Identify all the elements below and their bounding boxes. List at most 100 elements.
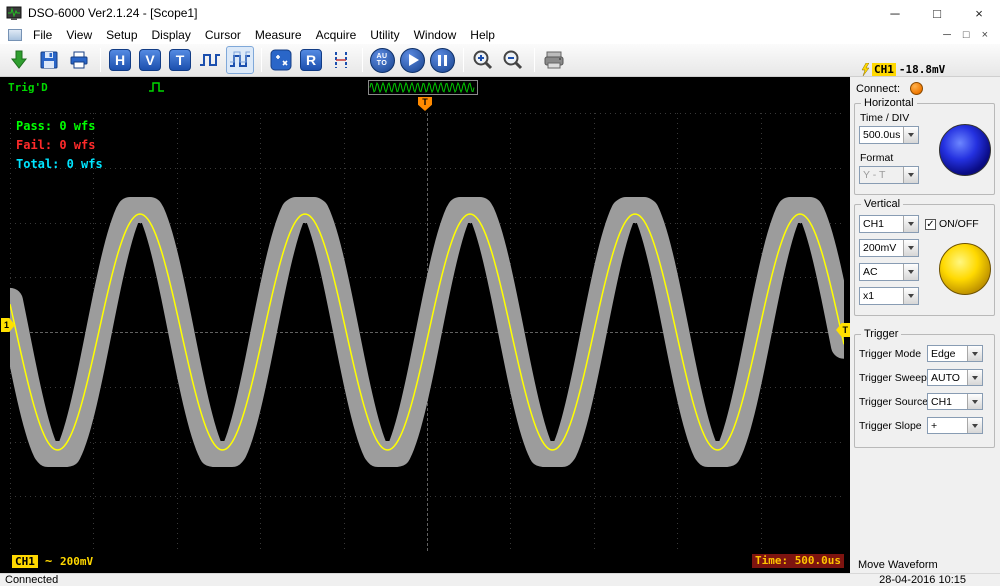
reference-button[interactable]: R	[297, 46, 325, 74]
ch1-badge: CH1	[12, 555, 38, 568]
menu-display[interactable]: Display	[145, 28, 198, 42]
dropdown-arrow-icon	[903, 127, 918, 143]
waveform-svg	[10, 113, 844, 551]
pause-button[interactable]	[428, 46, 456, 74]
toolbar-separator	[261, 48, 262, 72]
channel-onoff[interactable]: ✓ ON/OFF	[925, 218, 979, 230]
horizontal-icon: H	[109, 49, 131, 71]
trigger-sweep-label: Trigger Sweep	[859, 372, 927, 384]
autoset-button[interactable]: AU TO	[368, 46, 396, 74]
mdi-close-button[interactable]: ×	[982, 29, 988, 41]
format-label: Format	[860, 152, 893, 164]
move-waveform-label: Move Waveform	[858, 559, 938, 571]
mdi-restore-button[interactable]: □	[963, 29, 970, 41]
close-button[interactable]: ×	[958, 0, 1000, 26]
vertical-position-knob[interactable]	[939, 243, 991, 295]
preview-trace	[370, 83, 474, 92]
fail-count: Fail: 0 wfs	[16, 136, 103, 155]
minimize-button[interactable]: ─	[874, 0, 916, 26]
coupling-select[interactable]: AC	[859, 263, 919, 281]
menu-setup[interactable]: Setup	[99, 28, 144, 42]
math-button[interactable]	[267, 46, 295, 74]
main-toolbar: H V T R AU TO	[0, 44, 1000, 77]
toolbar-separator	[534, 48, 535, 72]
channel-select[interactable]: CH1	[859, 215, 919, 233]
volts-per-div-readout: 200mV	[60, 555, 93, 568]
scope-bottom-bar: CH1 ~ 200mV Time: 500.0us	[0, 553, 850, 571]
time-per-div-readout: Time: 500.0us	[752, 554, 844, 568]
vertical-icon: V	[139, 49, 161, 71]
hardcopy-printer-icon	[543, 50, 565, 70]
reference-icon: R	[300, 49, 322, 71]
run-button[interactable]	[398, 46, 426, 74]
dropdown-arrow-icon	[903, 167, 918, 183]
waveform-button[interactable]	[196, 46, 224, 74]
pass-fail-mask-icon	[229, 50, 251, 70]
menu-acquire[interactable]: Acquire	[309, 28, 364, 42]
menu-file[interactable]: File	[26, 28, 59, 42]
horizontal-group: Horizontal Time / DIV 500.0us Format Y -…	[854, 103, 995, 195]
dropdown-arrow-icon	[967, 394, 982, 409]
mdi-minimize-button[interactable]: ─	[943, 29, 951, 41]
menu-utility[interactable]: Utility	[363, 28, 406, 42]
window-title: DSO-6000 Ver2.1.24 - [Scope1]	[28, 6, 197, 20]
dropdown-arrow-icon	[967, 346, 982, 361]
trigger-group-title: Trigger	[861, 328, 901, 340]
horizontal-menu-button[interactable]: H	[106, 46, 134, 74]
volts-div-select[interactable]: 200mV	[859, 239, 919, 257]
menu-measure[interactable]: Measure	[248, 28, 309, 42]
readout-channel-badge: CH1	[872, 63, 896, 76]
horizontal-position-knob[interactable]	[939, 124, 991, 176]
toolbar-separator	[463, 48, 464, 72]
status-bar: Connected 28-04-2016 10:15	[0, 573, 1000, 586]
trigger-slope-select[interactable]: +	[927, 417, 983, 434]
record-preview[interactable]	[368, 80, 478, 95]
mask-trace	[10, 210, 844, 454]
trigger-status: Trig'D	[8, 81, 48, 94]
zoom-out-icon	[502, 49, 524, 71]
pass-fail-button[interactable]	[226, 46, 254, 74]
coupling-symbol: ~	[45, 554, 52, 568]
connect-status-indicator	[910, 82, 923, 95]
maximize-button[interactable]: □	[916, 0, 958, 26]
menu-window[interactable]: Window	[407, 28, 464, 42]
menu-view[interactable]: View	[59, 28, 99, 42]
dropdown-arrow-icon	[967, 418, 982, 433]
title-bar: DSO-6000 Ver2.1.24 - [Scope1] ─ □ ×	[0, 0, 1000, 26]
trigger-mode-label: Trigger Mode	[859, 348, 921, 360]
zoom-in-button[interactable]	[469, 46, 497, 74]
trigger-mode-select[interactable]: Edge	[927, 345, 983, 362]
format-select[interactable]: Y - T	[859, 166, 919, 184]
play-icon	[400, 48, 425, 73]
trigger-slope-label: Trigger Slope	[859, 420, 922, 432]
graticule: Pass: 0 wfs Fail: 0 wfs Total: 0 wfs	[10, 113, 844, 551]
probe-select[interactable]: x1	[859, 287, 919, 305]
vertical-menu-button[interactable]: V	[136, 46, 164, 74]
vertical-group: Vertical CH1 ✓ ON/OFF 200mV AC x1	[854, 204, 995, 316]
timebase-select[interactable]: 500.0us	[859, 126, 919, 144]
load-waveform-button[interactable]	[5, 46, 33, 74]
save-button[interactable]	[35, 46, 63, 74]
cursor-measure-button[interactable]	[327, 46, 355, 74]
trigger-sweep-select[interactable]: AUTO	[927, 369, 983, 386]
hardcopy-button[interactable]	[540, 46, 568, 74]
menu-help[interactable]: Help	[463, 28, 502, 42]
zoom-out-button[interactable]	[499, 46, 527, 74]
dropdown-arrow-icon	[903, 216, 918, 232]
floppy-disk-icon	[39, 50, 59, 70]
pulse-indicator-icon	[148, 81, 166, 93]
printer-icon	[69, 50, 89, 70]
trigger-icon: T	[169, 49, 191, 71]
cursor-icon	[331, 50, 351, 70]
menu-cursor[interactable]: Cursor	[198, 28, 248, 42]
window-controls: ─ □ ×	[874, 0, 1000, 26]
print-button[interactable]	[65, 46, 93, 74]
trigger-position-marker[interactable]: T	[418, 97, 432, 111]
trigger-readout: CH1 -18.8mV	[860, 62, 945, 76]
onoff-checkbox[interactable]: ✓	[925, 219, 936, 230]
vertical-group-title: Vertical	[861, 198, 903, 210]
onoff-label: ON/OFF	[939, 218, 979, 230]
trigger-menu-button[interactable]: T	[166, 46, 194, 74]
scope1-document-icon	[8, 29, 22, 41]
trigger-source-select[interactable]: CH1	[927, 393, 983, 410]
